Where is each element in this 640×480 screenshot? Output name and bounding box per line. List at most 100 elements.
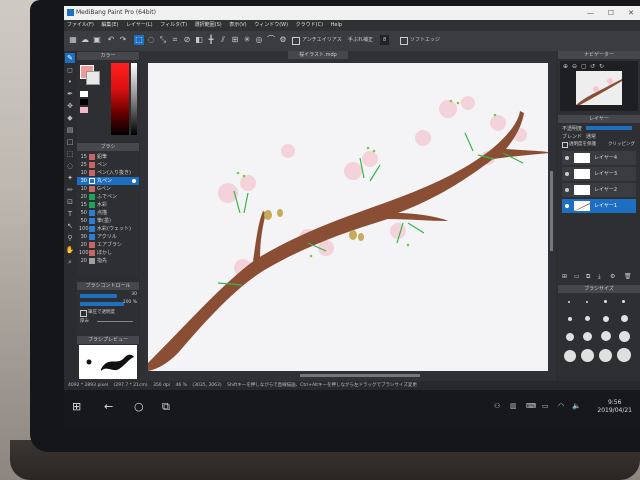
brush-item-finger[interactable]: 20 指先 <box>77 257 139 265</box>
layer-row-1[interactable]: レイヤー1 <box>562 199 636 213</box>
brush-item-pen-taper[interactable]: 10 ペン(入り抜き) <box>77 169 139 177</box>
brush-size-preset[interactable] <box>621 315 628 322</box>
zoom-in-icon[interactable]: ⊕ <box>563 63 568 70</box>
brush-item-airbrush[interactable]: 20 エアブラシ <box>77 241 139 249</box>
delete-layer-icon[interactable]: 🗑 <box>624 273 632 280</box>
redo-icon[interactable]: ↷ <box>118 35 128 45</box>
duplicate-layer-icon[interactable]: ⧉ <box>586 273 590 281</box>
move-tool-icon[interactable]: ✥ <box>65 101 75 111</box>
document-tab[interactable]: 桜イラスト.mdp <box>288 51 348 59</box>
undo-icon[interactable]: ↶ <box>106 35 116 45</box>
lasso-tool-icon[interactable]: ◌ <box>65 161 75 171</box>
brush-size-preset[interactable] <box>568 301 570 303</box>
brush-size-preset[interactable] <box>622 300 625 303</box>
eyedropper-icon[interactable]: ⚲ <box>65 233 75 243</box>
battery-icon[interactable]: ▭ <box>542 402 549 410</box>
soft-edge-checkbox[interactable] <box>400 37 408 45</box>
maximize-icon[interactable]: ☐ <box>608 6 614 20</box>
brush-size-preset[interactable] <box>601 331 611 341</box>
layer-visibility-icon[interactable] <box>565 156 569 160</box>
brush-size-preset[interactable] <box>599 349 612 362</box>
select-tool-icon[interactable]: ⬚ <box>134 35 144 45</box>
brush-size-preset[interactable] <box>585 316 590 321</box>
brush-item-pencil[interactable]: 15 鉛筆 <box>77 153 139 161</box>
layer-visibility-icon[interactable] <box>565 204 569 208</box>
deselect-icon[interactable]: ⊘ <box>182 35 192 45</box>
stabilizer-value[interactable]: 8 <box>380 35 390 45</box>
text-tool-icon[interactable]: T <box>65 209 75 219</box>
zoom-out-icon[interactable]: ⊖ <box>572 63 577 70</box>
back-arrow-icon[interactable]: ← <box>104 400 113 414</box>
drawing-canvas[interactable] <box>148 63 550 371</box>
color-swatch-black[interactable] <box>80 99 88 105</box>
layer-row-2[interactable]: レイヤー2 <box>562 183 636 197</box>
shape-tool-icon[interactable]: □ <box>65 137 75 147</box>
snap-cross-icon[interactable]: ⊞ <box>230 35 240 45</box>
taskbar-clock[interactable]: 9:56 2019/04/21 <box>597 399 632 415</box>
cortana-circle-icon[interactable]: ○ <box>134 400 144 414</box>
brush-opacity-slider[interactable] <box>80 302 124 306</box>
divide-tool-icon[interactable]: ⊡ <box>65 197 75 207</box>
protect-alpha-checkbox[interactable] <box>562 142 568 148</box>
fill-tool-icon[interactable]: ◆ <box>65 113 75 123</box>
gradient-tool-icon[interactable]: ▤ <box>65 125 75 135</box>
layer-row-3[interactable]: レイヤー3 <box>562 167 636 181</box>
layer-opacity-slider[interactable] <box>586 126 632 130</box>
brush-item-brush-pen[interactable]: 20 ふでペン <box>77 193 139 201</box>
brush-size-preset[interactable] <box>619 331 630 342</box>
cloud-upload-icon[interactable]: ☁ <box>80 35 90 45</box>
menu-help[interactable]: Help <box>331 22 342 28</box>
fit-screen-icon[interactable]: ▢ <box>581 63 587 70</box>
brush-item-wet-watercolor[interactable]: 100 水彩(ウェット) <box>77 225 139 233</box>
menu-filter[interactable]: フィルタ(T) <box>160 22 187 28</box>
snap-radial-icon[interactable]: ✳ <box>242 35 252 45</box>
wifi-icon[interactable]: ◠ <box>558 402 564 410</box>
brush-size-preset[interactable] <box>568 317 572 321</box>
brush-size-preset[interactable] <box>564 350 576 362</box>
canvas-vertical-scrollbar[interactable] <box>550 171 553 251</box>
menu-view[interactable]: 表示(V) <box>229 22 246 28</box>
menu-layer[interactable]: レイヤー(L) <box>126 22 153 28</box>
color-saturation-picker[interactable] <box>111 63 129 135</box>
brush-size-preset[interactable] <box>581 349 594 362</box>
brush-size-slider[interactable] <box>80 294 118 298</box>
pen-tool-icon[interactable]: ✒ <box>65 89 75 99</box>
select-pen-icon[interactable]: ✏ <box>65 185 75 195</box>
crop-icon[interactable]: ⌗ <box>170 35 180 45</box>
brush-item-stipple[interactable]: 50 点描 <box>77 209 139 217</box>
color-swatch-white[interactable] <box>80 91 88 97</box>
people-icon[interactable]: ⚇ <box>494 402 500 410</box>
hand-tool-icon[interactable]: ✋ <box>65 245 75 255</box>
layer-blend-select[interactable]: 通常 <box>586 133 596 140</box>
menu-select[interactable]: 選択範囲(S) <box>195 22 222 28</box>
menu-cloud[interactable]: クラウド(C) <box>296 22 323 28</box>
merge-down-icon[interactable]: ⤓ <box>598 273 601 281</box>
invert-selection-icon[interactable]: ◧ <box>194 35 204 45</box>
navigator-thumbnail[interactable] <box>576 71 622 105</box>
snap-curve-icon[interactable]: ⌒ <box>266 35 276 45</box>
color-hue-slider[interactable] <box>131 63 137 135</box>
keyboard-icon[interactable]: ⌨ <box>526 402 536 410</box>
tray-app-icon[interactable]: ▥ <box>510 402 517 410</box>
brush-item-round-pen[interactable]: 30 丸ペン <box>77 177 139 185</box>
brush-item-acrylic[interactable]: 30 アクリル <box>77 233 139 241</box>
menu-file[interactable]: ファイル(F) <box>67 22 94 28</box>
close-icon[interactable]: ✕ <box>628 6 634 20</box>
brush-size-preset[interactable] <box>586 301 588 303</box>
snap-off-icon[interactable]: ╋ <box>206 35 216 45</box>
save-icon[interactable]: ▣ <box>92 35 102 45</box>
minimize-icon[interactable]: — <box>587 6 594 20</box>
menu-edit[interactable]: 編集(E) <box>101 22 118 28</box>
menu-window[interactable]: ウィンドウ(W) <box>254 22 288 28</box>
add-folder-icon[interactable]: ▭ <box>574 273 580 280</box>
magic-wand-icon[interactable]: ✦ <box>65 173 75 183</box>
grid-icon[interactable]: ▦ <box>68 35 78 45</box>
background-color[interactable] <box>86 71 100 85</box>
transform-icon[interactable]: ⤡ <box>158 35 168 45</box>
operation-tool-icon[interactable]: ↖ <box>65 221 75 231</box>
brush-item-watercolor[interactable]: 15 水彩 <box>77 201 139 209</box>
add-layer-icon[interactable]: ⊞ <box>562 273 567 280</box>
rotate-left-icon[interactable]: ↺ <box>590 63 595 70</box>
layer-settings-icon[interactable]: ⚙ <box>610 273 615 280</box>
brush-size-preset[interactable] <box>603 316 609 322</box>
